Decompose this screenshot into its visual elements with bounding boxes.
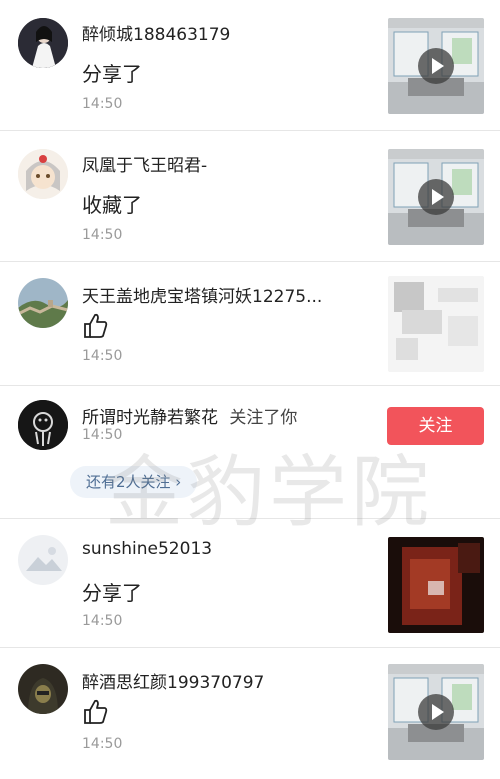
username[interactable]: 所谓时光静若繁花 [82, 408, 218, 428]
timestamp: 14:50 [82, 96, 123, 112]
user-avatar[interactable] [18, 278, 68, 328]
timestamp: 14:50 [82, 348, 123, 364]
play-icon[interactable] [418, 48, 454, 84]
video-thumbnail[interactable] [388, 18, 484, 114]
username[interactable]: 天王盖地虎宝塔镇河妖12275... [82, 282, 322, 307]
timestamp: 14:50 [82, 227, 123, 243]
username[interactable]: 凤凰于飞王昭君- [82, 151, 207, 176]
user-avatar[interactable] [18, 535, 68, 585]
user-avatar[interactable] [18, 149, 68, 199]
timestamp: 14:50 [82, 613, 123, 629]
timestamp: 14:50 [82, 736, 123, 752]
user-avatar[interactable] [18, 664, 68, 714]
play-icon[interactable] [418, 179, 454, 215]
placeholder-avatar-icon [18, 535, 68, 585]
timestamp: 14:50 [82, 427, 123, 443]
follow-notification-row[interactable]: 所谓时光静若繁花 关注了你 14:50 关注 还有2人关注 › [0, 386, 500, 519]
notification-row[interactable]: 凤凰于飞王昭君- 收藏了 14:50 [0, 131, 500, 262]
follow-button[interactable]: 关注 [387, 407, 484, 445]
thumbs-up-icon [84, 699, 108, 724]
notification-row[interactable]: 醉酒思红颜199370797 14:50 [0, 648, 500, 779]
greatwall-avatar-icon [18, 278, 68, 328]
video-thumbnail[interactable] [388, 664, 484, 760]
action-text: 分享了 [82, 62, 142, 86]
more-followers-pill[interactable]: 还有2人关注 › [70, 466, 198, 498]
user-avatar[interactable] [18, 18, 68, 68]
username[interactable]: 醉倾城188463179 [82, 20, 230, 45]
blurred-image [388, 276, 484, 372]
girl-avatar-icon [18, 18, 68, 68]
thumbs-up-icon [84, 313, 108, 338]
user-avatar[interactable] [18, 400, 68, 450]
video-thumbnail[interactable] [388, 149, 484, 245]
blurred-image [388, 537, 484, 633]
dark-avatar-icon [18, 400, 68, 450]
action-text: 分享了 [82, 581, 142, 605]
notification-row[interactable]: 天王盖地虎宝塔镇河妖12275... 14:50 [0, 262, 500, 386]
action-text: 收藏了 [82, 193, 142, 217]
blurred-dark-thumbnail[interactable] [388, 537, 484, 633]
blurred-thumbnail[interactable] [388, 276, 484, 372]
notification-row[interactable]: sunshine52013 分享了 14:50 [0, 519, 500, 648]
action-text: 关注了你 [229, 408, 298, 428]
notification-row[interactable]: 醉倾城188463179 分享了 14:50 [0, 0, 500, 131]
follow-text: 所谓时光静若繁花 关注了你 [82, 403, 297, 428]
play-icon[interactable] [418, 694, 454, 730]
anime-avatar-icon [18, 149, 68, 199]
hooded-avatar-icon [18, 664, 68, 714]
username[interactable]: sunshine52013 [82, 539, 212, 559]
username[interactable]: 醉酒思红颜199370797 [82, 668, 264, 693]
